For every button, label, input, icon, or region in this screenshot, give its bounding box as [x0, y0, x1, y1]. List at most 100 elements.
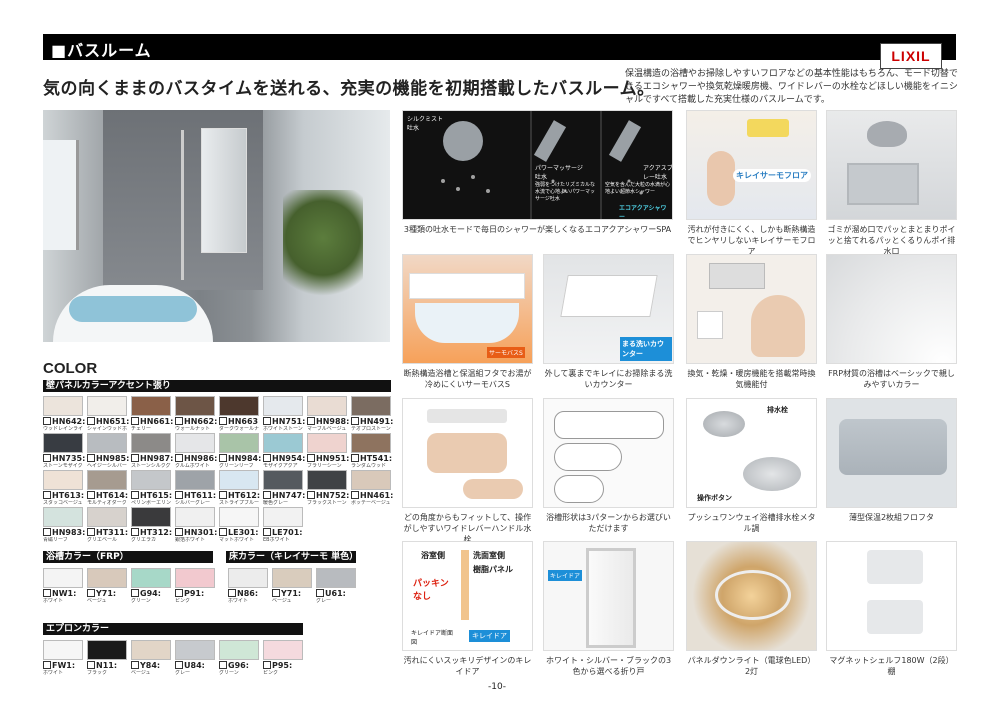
color-swatch: HN985: ヘイジーシルバー	[87, 433, 129, 469]
swatch-chip	[263, 396, 303, 416]
color-swatch: HT541: ランダムウッド	[351, 433, 392, 469]
drain-photo	[826, 110, 957, 220]
color-swatch: P91: ピンク	[175, 568, 215, 604]
bath-side-label: 浴室側	[421, 551, 445, 560]
color-swatch: G96: グリーン	[219, 640, 259, 676]
color-swatch: HN752: ブラックストーン	[307, 470, 349, 506]
feature-tub-shapes: 浴槽形状は3パターンからお選びいただけます	[543, 398, 674, 534]
floor-color-heading: 床カラー（キレイサーモ 単色）	[226, 551, 358, 563]
swatch-chip	[219, 396, 259, 416]
swatch-code: P95:	[263, 661, 303, 670]
swatch-chip	[307, 396, 347, 416]
op-button-label: 操作ボタン	[697, 494, 732, 502]
swatch-code: HT613:	[43, 491, 84, 500]
color-swatch: Y84: ベージュ	[131, 640, 171, 676]
swatch-chip	[87, 433, 127, 453]
swatch-code: HN987:	[131, 454, 173, 463]
color-swatch: U84: グレー	[175, 640, 215, 676]
feature-caption: マグネットシェルフ180W（2段）棚	[829, 656, 954, 676]
swatch-name: ウォールナット	[175, 426, 211, 432]
feature-drain-plug: 排水栓 操作ボタン プッシュワンウェイ浴槽排水栓メタル調	[686, 398, 817, 534]
swatch-chip	[175, 396, 215, 416]
shower-pole	[181, 130, 184, 280]
drain-label: 排水栓	[767, 406, 788, 414]
swatch-chip	[263, 470, 303, 490]
feature-frp: FRP材質の浴槽はベーシックで親しみやすいカラー	[826, 254, 957, 390]
color-swatch: P95: ピンク	[263, 640, 303, 676]
swatch-chip	[219, 470, 259, 490]
swatch-chip	[175, 640, 215, 660]
swatch-chip	[351, 396, 391, 416]
folding-door-photo: キレイドア	[543, 541, 674, 651]
feature-folding-door: キレイドア ホワイト・シルバー・ブラックの3色から選べる折り戸	[543, 541, 674, 677]
swatch-code: Y71:	[272, 589, 312, 598]
color-swatch: HT612: ストライプブルー	[219, 470, 260, 506]
feature-caption: 断熱構造浴槽と保温組フタでお湯が冷めにくいサーモバスS	[403, 369, 532, 389]
power-label: パワーマッサージ吐水	[535, 165, 583, 181]
lid-photo	[826, 398, 957, 508]
swatch-name: ヘイジーシルバー	[87, 463, 127, 469]
swatch-code: HN661:	[131, 417, 173, 426]
color-swatch: HN747: 暖色グレー	[263, 470, 305, 506]
swatch-name: ベージュ	[131, 670, 151, 676]
tub-color-heading: 浴槽カラー（FRP）	[43, 551, 213, 563]
feature-caption: 換気・乾燥・暖房機能を搭載常時換気機能付	[687, 369, 816, 389]
swatch-name: ベージュ	[87, 598, 107, 604]
swatch-name: 銀箔ホワイト	[175, 537, 206, 543]
swatch-chip	[175, 568, 215, 588]
swatch-code: HN986:	[175, 454, 217, 463]
swatch-code: FW1:	[43, 661, 83, 670]
swatch-chip	[131, 470, 171, 490]
swatch-code: HT611:	[175, 491, 216, 500]
color-swatch: LE301: マットホワイト	[219, 507, 259, 543]
swatch-name: ウッドレインライト	[43, 426, 83, 432]
swatch-name: ブラックストーン	[307, 500, 347, 506]
faucet-photo	[402, 398, 533, 508]
color-swatch: HN461: ボッテーベージュ	[351, 470, 393, 506]
swatch-chip	[87, 396, 127, 416]
swatch-chip	[43, 433, 83, 453]
swatch-code: HN985:	[87, 454, 129, 463]
swatch-code: HN461:	[351, 491, 393, 500]
color-title: COLOR	[43, 360, 98, 377]
feature-caption: 薄型保温2枚組フロフタ	[848, 513, 935, 522]
color-swatch: HT311: グリエベール	[87, 507, 128, 543]
color-swatch: HN651:シャインウッドホワイト	[87, 396, 129, 432]
color-swatch: Y71: ベージュ	[272, 568, 312, 604]
feature-caption: ホワイト・シルバー・ブラックの3色から選べる折り戸	[545, 656, 672, 676]
swatch-chip	[43, 568, 83, 588]
swatch-name: ホワイト	[43, 598, 64, 604]
swatch-name: マットホワイト	[219, 537, 255, 543]
feature-thermo-bath: サーモバスS 断熱構造浴槽と保温組フタでお湯が冷めにくいサーモバスS	[402, 254, 533, 390]
swatch-name: 暖色グレー	[263, 500, 289, 506]
swatch-code: HT312:	[131, 528, 172, 537]
swatch-code: HN983:	[43, 528, 85, 537]
swatch-name: グリエベール	[87, 537, 118, 543]
headline: 気の向くままのバスタイムを送れる、充実の機能を初期搭載したバスルーム。	[43, 79, 655, 99]
feature-caption: 浴槽形状は3パターンからお選びいただけます	[546, 513, 671, 533]
section-header: ■バスルーム	[43, 34, 956, 60]
mist-label: シルクミスト吐水	[407, 116, 444, 132]
swatch-code: LE301:	[219, 528, 259, 537]
marusen-badge: まる洗いカウンター	[620, 337, 672, 361]
swatch-name: グレー	[316, 598, 332, 604]
color-swatch: HN954: モザイクアクア	[263, 433, 305, 469]
swatch-code: HT614:	[87, 491, 128, 500]
feature-caption: 汚れにくいスッキリデザインのキレイドア	[403, 656, 532, 676]
swatch-code: HN951:	[307, 454, 349, 463]
swatch-name: EBホワイト	[263, 537, 290, 543]
color-swatch: HN663ダークウォールナット	[219, 396, 259, 432]
color-swatch: NW1: ホワイト	[43, 568, 83, 604]
swatch-code: HN752:	[307, 491, 349, 500]
swatch-chip	[351, 433, 391, 453]
swatch-chip	[307, 470, 347, 490]
page-number: -10-	[488, 682, 506, 692]
swatch-name: シャインウッドホワイト	[87, 426, 127, 432]
swatch-name: マーブルベージュ	[307, 426, 347, 432]
swatch-name: スタッコベージュ	[43, 500, 83, 506]
feature-shelf: マグネットシェルフ180W（2段）棚	[826, 541, 957, 677]
swatch-code: HN735:	[43, 454, 85, 463]
feature-drain: ゴミが溜め口でパッとまとまりポイッと捨てれるパッとくるりんポイ排水口	[826, 110, 957, 257]
swatch-code: HN651:	[87, 417, 129, 426]
swatch-code: HN988:	[307, 417, 349, 426]
